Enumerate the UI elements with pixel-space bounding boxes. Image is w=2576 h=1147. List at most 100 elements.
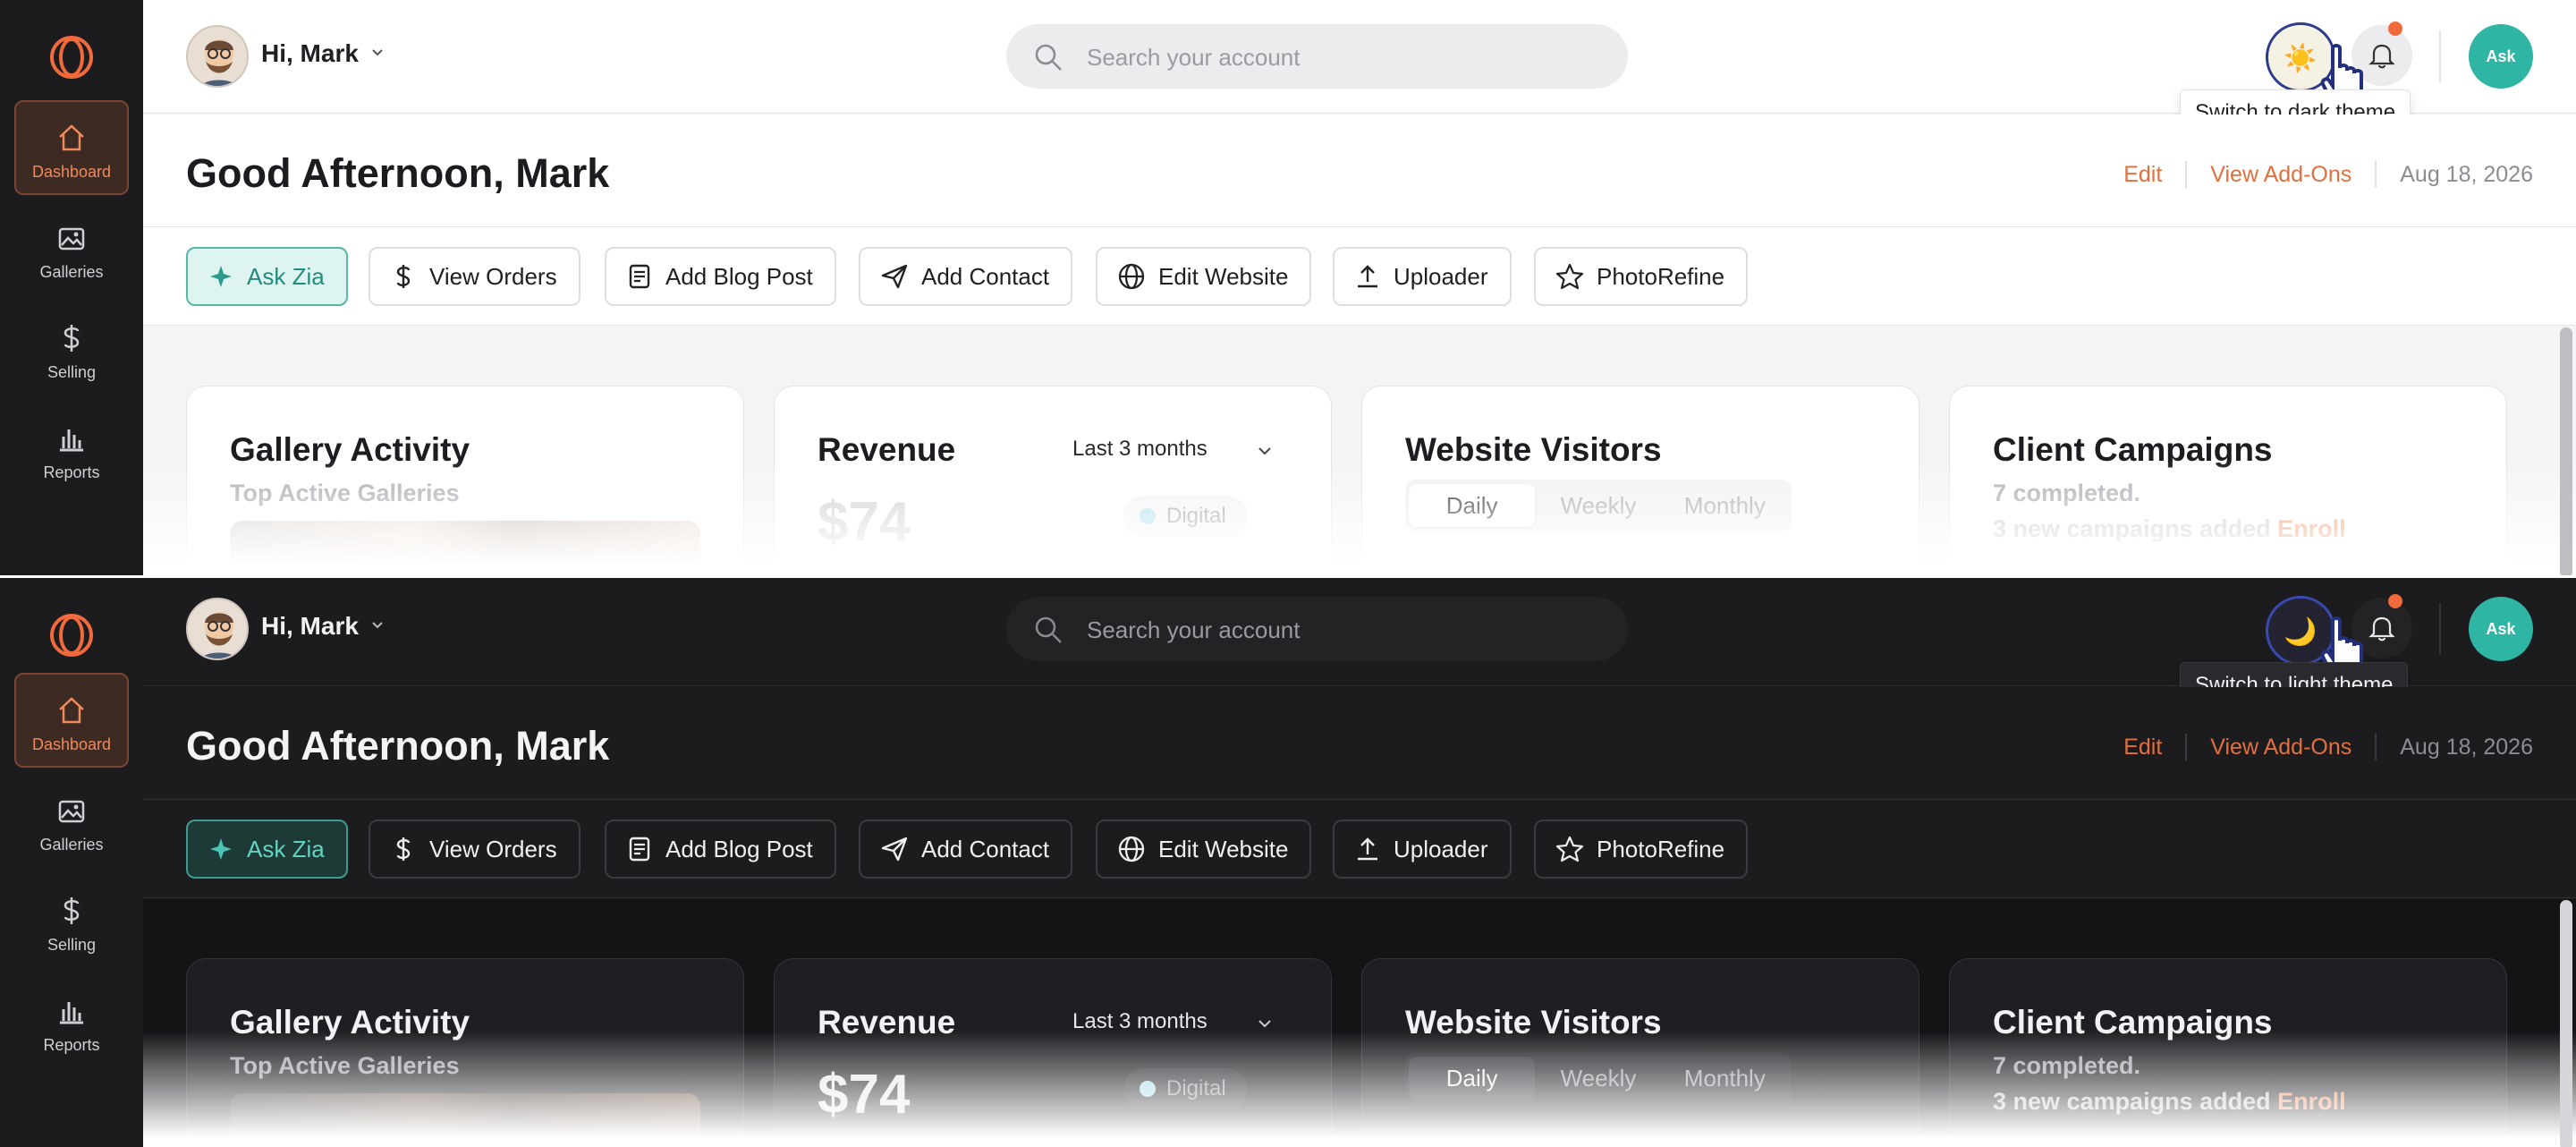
card-title: Gallery Activity bbox=[230, 431, 470, 468]
add-blog-post-button[interactable]: Add Blog Post bbox=[605, 820, 836, 879]
action-label: Uploader bbox=[1394, 835, 1488, 862]
dollar-icon bbox=[396, 265, 411, 288]
dollar-icon bbox=[64, 325, 80, 352]
add-contact-button[interactable]: Add Contact bbox=[859, 247, 1073, 306]
uploader-button[interactable]: Uploader bbox=[1333, 247, 1512, 306]
edit-link[interactable]: Edit bbox=[2123, 735, 2162, 760]
brand-logo-icon[interactable] bbox=[48, 34, 95, 81]
photorefine-button[interactable]: PhotoRefine bbox=[1534, 247, 1749, 306]
gallery-thumbnails[interactable] bbox=[230, 521, 700, 575]
sidebar-item-galleries[interactable]: Galleries bbox=[14, 202, 129, 297]
tab-monthly[interactable]: Monthly bbox=[1662, 484, 1788, 527]
client-campaigns-card: Client Campaigns 7 completed. 3 new camp… bbox=[1949, 958, 2507, 1147]
sidebar-item-label: Galleries bbox=[39, 263, 104, 281]
view-addons-link[interactable]: View Add-Ons bbox=[2210, 162, 2351, 188]
chevron-down-icon[interactable] bbox=[369, 616, 386, 633]
ask-zia-action-button[interactable]: Ask Zia bbox=[186, 820, 348, 879]
dollar-icon bbox=[396, 837, 411, 861]
view-addons-link[interactable]: View Add-Ons bbox=[2210, 735, 2351, 760]
view-orders-button[interactable]: View Orders bbox=[369, 247, 580, 306]
gallery-activity-card: Gallery Activity Top Active Galleries bbox=[186, 958, 744, 1147]
card-title: Client Campaigns bbox=[1993, 1004, 2273, 1041]
send-icon bbox=[881, 837, 908, 862]
uploader-button[interactable]: Uploader bbox=[1333, 820, 1512, 879]
gallery-thumbnails[interactable] bbox=[230, 1093, 700, 1147]
notification-badge bbox=[2388, 594, 2402, 608]
action-label: Ask Zia bbox=[247, 262, 325, 290]
sidebar-item-selling[interactable]: Selling bbox=[14, 875, 129, 970]
sidebar: Dashboard Galleries Selling Reports bbox=[0, 578, 143, 1147]
tab-daily[interactable]: Daily bbox=[1409, 1057, 1536, 1100]
card-title: Website Visitors bbox=[1405, 431, 1662, 468]
sidebar-item-label: Selling bbox=[47, 363, 97, 381]
chevron-down-icon[interactable] bbox=[1256, 1015, 1274, 1032]
header-links: Edit View Add-Ons Aug 18, 2026 bbox=[2123, 161, 2533, 188]
dark-theme-panel: Dashboard Galleries Selling Reports Hi, … bbox=[0, 578, 2576, 1147]
client-campaigns-card: Client Campaigns 7 completed. 3 new camp… bbox=[1949, 386, 2507, 575]
scrollbar[interactable] bbox=[2560, 327, 2572, 575]
sidebar-item-label: Reports bbox=[43, 463, 100, 481]
tab-weekly[interactable]: Weekly bbox=[1535, 1057, 1661, 1100]
website-visitors-card: Website Visitors Daily Weekly Monthly bbox=[1361, 958, 1919, 1147]
sidebar-item-label: Selling bbox=[47, 936, 97, 954]
chevron-down-icon[interactable] bbox=[369, 43, 386, 61]
action-label: Add Blog Post bbox=[665, 835, 813, 862]
page-header: Good Afternoon, Mark Edit View Add-Ons A… bbox=[143, 687, 2576, 800]
ask-zia-button[interactable]: Ask bbox=[2469, 597, 2533, 661]
user-greeting[interactable]: Hi, Mark bbox=[261, 39, 359, 68]
divider bbox=[2185, 734, 2188, 760]
ask-zia-action-button[interactable]: Ask Zia bbox=[186, 247, 348, 306]
range-select[interactable]: Last 3 months bbox=[1072, 437, 1208, 462]
card-title: Website Visitors bbox=[1405, 1004, 1662, 1041]
current-date: Aug 18, 2026 bbox=[2400, 161, 2533, 187]
avatar[interactable] bbox=[186, 25, 249, 88]
user-greeting[interactable]: Hi, Mark bbox=[261, 612, 359, 641]
edit-website-button[interactable]: Edit Website bbox=[1096, 820, 1312, 879]
avatar[interactable] bbox=[186, 598, 249, 660]
search-input[interactable]: Search your account bbox=[1006, 597, 1628, 661]
action-label: Edit Website bbox=[1158, 262, 1289, 290]
sidebar-item-selling[interactable]: Selling bbox=[14, 302, 129, 397]
sidebar-item-reports[interactable]: Reports bbox=[14, 403, 129, 497]
search-input[interactable]: Search your account bbox=[1006, 24, 1628, 89]
divider bbox=[2439, 603, 2441, 655]
dashboard-content: Gallery Activity Top Active Galleries Re… bbox=[143, 899, 2576, 1147]
add-contact-button[interactable]: Add Contact bbox=[859, 820, 1073, 879]
revenue-amount: $74 bbox=[818, 491, 911, 553]
card-title: Client Campaigns bbox=[1993, 431, 2273, 468]
dollar-icon bbox=[64, 897, 80, 924]
sidebar-item-reports[interactable]: Reports bbox=[14, 975, 129, 1070]
view-orders-button[interactable]: View Orders bbox=[369, 820, 580, 879]
sidebar-item-dashboard[interactable]: Dashboard bbox=[14, 100, 129, 195]
action-label: View Orders bbox=[429, 835, 557, 862]
scrollbar[interactable] bbox=[2560, 900, 2572, 1147]
sidebar-item-galleries[interactable]: Galleries bbox=[14, 775, 129, 870]
photorefine-button[interactable]: PhotoRefine bbox=[1534, 820, 1749, 879]
bar-chart-icon bbox=[60, 1002, 83, 1024]
chevron-down-icon[interactable] bbox=[1256, 442, 1274, 460]
quick-actions-bar: Ask Zia View Orders Add Blog Post Add Co… bbox=[143, 227, 2576, 326]
home-icon bbox=[59, 697, 84, 724]
divider bbox=[2375, 734, 2377, 760]
brand-logo-icon[interactable] bbox=[48, 612, 95, 658]
document-icon bbox=[629, 264, 650, 289]
add-blog-post-button[interactable]: Add Blog Post bbox=[605, 247, 836, 306]
ask-zia-button[interactable]: Ask bbox=[2469, 24, 2533, 89]
action-label: Add Contact bbox=[921, 835, 1050, 862]
legend-digital: Digital bbox=[1123, 1068, 1248, 1109]
tab-monthly[interactable]: Monthly bbox=[1662, 1057, 1788, 1100]
divider bbox=[2439, 30, 2441, 82]
gallery-activity-card: Gallery Activity Top Active Galleries bbox=[186, 386, 744, 575]
bell-icon bbox=[2368, 44, 2395, 69]
edit-link[interactable]: Edit bbox=[2123, 162, 2162, 188]
sidebar-item-dashboard[interactable]: Dashboard bbox=[14, 673, 129, 768]
page-header: Good Afternoon, Mark Edit View Add-Ons A… bbox=[143, 115, 2576, 227]
tab-daily[interactable]: Daily bbox=[1409, 484, 1536, 527]
top-bar: Hi, Mark Search your account ☀️ Ask Swit… bbox=[143, 0, 2576, 136]
bell-icon bbox=[2368, 616, 2395, 641]
tab-weekly[interactable]: Weekly bbox=[1535, 484, 1661, 527]
enroll-link[interactable]: Enroll bbox=[2277, 1088, 2346, 1115]
edit-website-button[interactable]: Edit Website bbox=[1096, 247, 1312, 306]
enroll-link[interactable]: Enroll bbox=[2277, 515, 2346, 542]
range-select[interactable]: Last 3 months bbox=[1072, 1009, 1208, 1034]
